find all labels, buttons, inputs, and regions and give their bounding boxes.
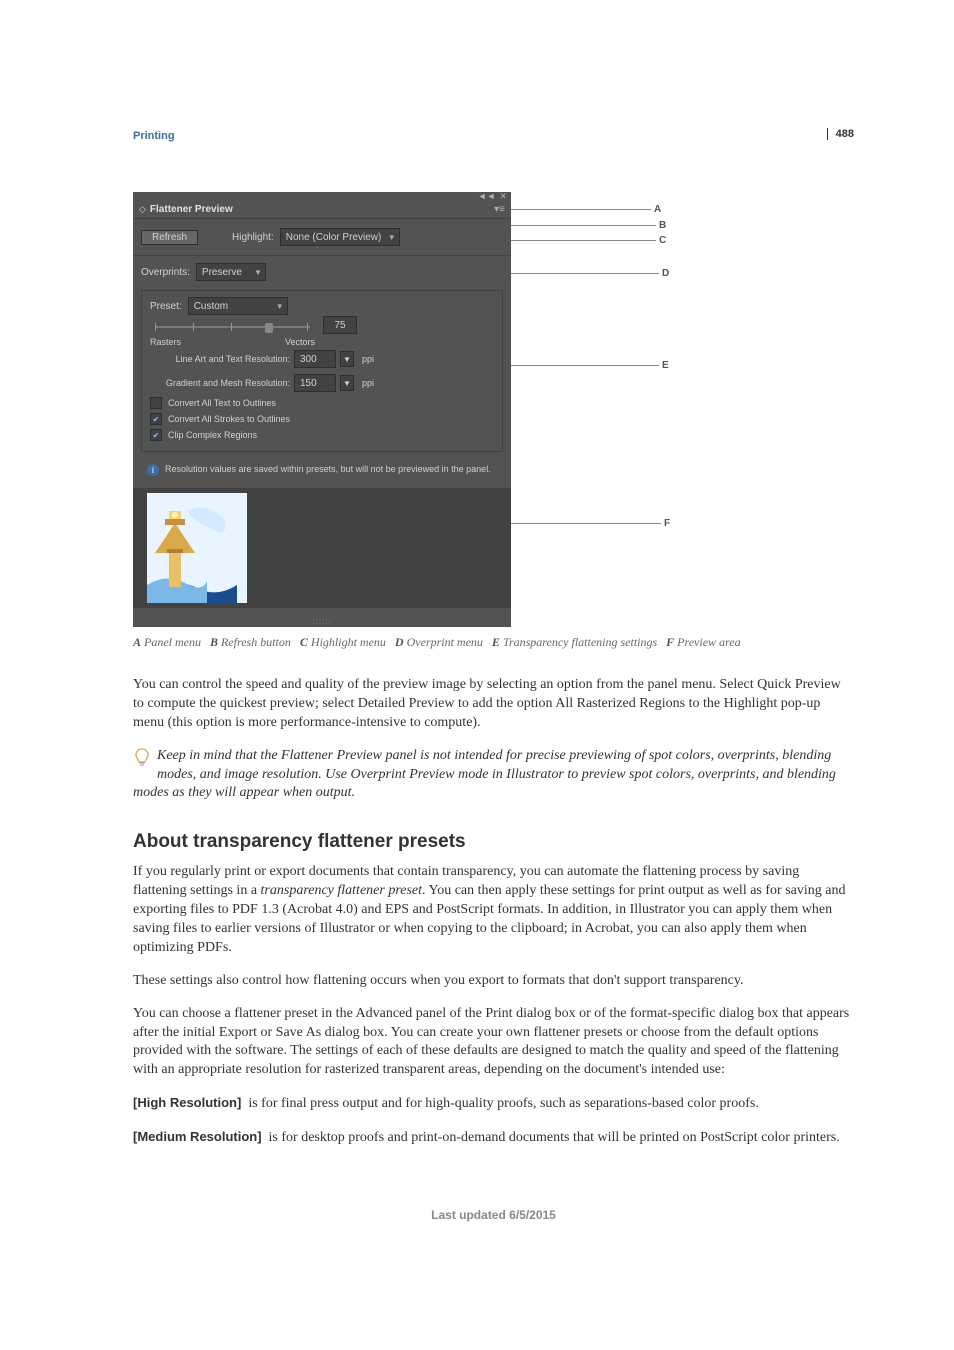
preset-select[interactable]: Custom ▼ [188, 297, 288, 315]
slider-value-input[interactable]: 75 [323, 316, 357, 334]
collapse-icon[interactable]: ◄◄ [478, 191, 496, 201]
chevron-down-icon: ▼ [250, 268, 262, 277]
highlight-select[interactable]: None (Color Preview) ▼ [280, 228, 400, 246]
raster-vector-slider[interactable] [150, 317, 315, 335]
convert-text-checkbox[interactable] [150, 397, 162, 409]
highlight-value: None (Color Preview) [286, 232, 382, 243]
lightbulb-icon [133, 747, 151, 769]
section-header: Printing [133, 130, 854, 142]
figure-caption: A Panel menu B Refresh button C Highligh… [133, 635, 854, 650]
panel-tab-arrow-icon[interactable]: ◇ [139, 204, 146, 215]
convert-strokes-label: Convert All Strokes to Outlines [168, 414, 290, 424]
line-art-arrow[interactable]: ▼ [340, 351, 354, 367]
gradient-arrow[interactable]: ▼ [340, 375, 354, 391]
preview-image [147, 493, 247, 603]
panel-menu-icon[interactable]: ▾≡ [494, 204, 505, 215]
callout-d: D [659, 268, 669, 279]
slider-right-label: Vectors [285, 337, 315, 347]
info-icon: i [147, 464, 159, 476]
callout-c: C [656, 235, 666, 246]
convert-text-label: Convert All Text to Outlines [168, 398, 276, 408]
tip-paragraph: Keep in mind that the Flattener Preview … [133, 747, 854, 804]
refresh-button[interactable]: Refresh [141, 230, 198, 245]
callout-e: E [659, 360, 669, 371]
body-paragraph: These settings also control how flatteni… [133, 972, 854, 991]
preset-label: Preset: [150, 301, 182, 312]
overprint-value: Preserve [202, 267, 242, 278]
overprint-select[interactable]: Preserve ▼ [196, 263, 266, 281]
footer-updated: Last updated 6/5/2015 [133, 1208, 854, 1222]
line-art-label: Line Art and Text Resolution: [150, 354, 290, 364]
definition-medium: [Medium Resolution] is for desktop proof… [133, 1128, 854, 1148]
body-paragraph: You can control the speed and quality of… [133, 676, 854, 733]
slider-left-label: Rasters [150, 337, 181, 347]
chevron-down-icon: ▼ [272, 302, 284, 311]
ppi-label: ppi [362, 378, 374, 388]
line-art-input[interactable]: 300 [294, 350, 336, 368]
clip-regions-checkbox[interactable]: ✔ [150, 429, 162, 441]
gradient-label: Gradient and Mesh Resolution: [150, 378, 290, 388]
preset-value: Custom [194, 301, 228, 312]
highlight-label: Highlight: [232, 232, 274, 243]
transparency-settings-group: Preset: Custom ▼ [141, 290, 503, 452]
callout-b: B [656, 220, 666, 231]
body-paragraph: If you regularly print or export documen… [133, 863, 854, 957]
close-icon[interactable]: ✕ [499, 191, 507, 202]
overprint-label: Overprints: [141, 267, 190, 278]
gradient-input[interactable]: 150 [294, 374, 336, 392]
panel-resize-grip[interactable]: :::::: [133, 616, 511, 627]
ppi-label: ppi [362, 354, 374, 364]
callout-a: A [651, 204, 661, 215]
body-paragraph: You can choose a flattener preset in the… [133, 1005, 854, 1081]
chevron-down-icon: ▼ [384, 233, 396, 242]
panel-title: Flattener Preview [150, 204, 233, 215]
preview-area [133, 488, 511, 608]
clip-regions-label: Clip Complex Regions [168, 430, 257, 440]
callout-f: F [661, 518, 670, 529]
flattener-preview-panel: ◄◄ ✕ ◇ Flattener Preview ▾≡ Refresh High… [133, 192, 511, 627]
definition-high: [High Resolution] is for final press out… [133, 1094, 854, 1114]
info-text: Resolution values are saved within prese… [165, 464, 491, 476]
page-number: 488 [827, 128, 854, 140]
convert-strokes-checkbox[interactable]: ✔ [150, 413, 162, 425]
heading-presets: About transparency flattener presets [133, 831, 854, 853]
